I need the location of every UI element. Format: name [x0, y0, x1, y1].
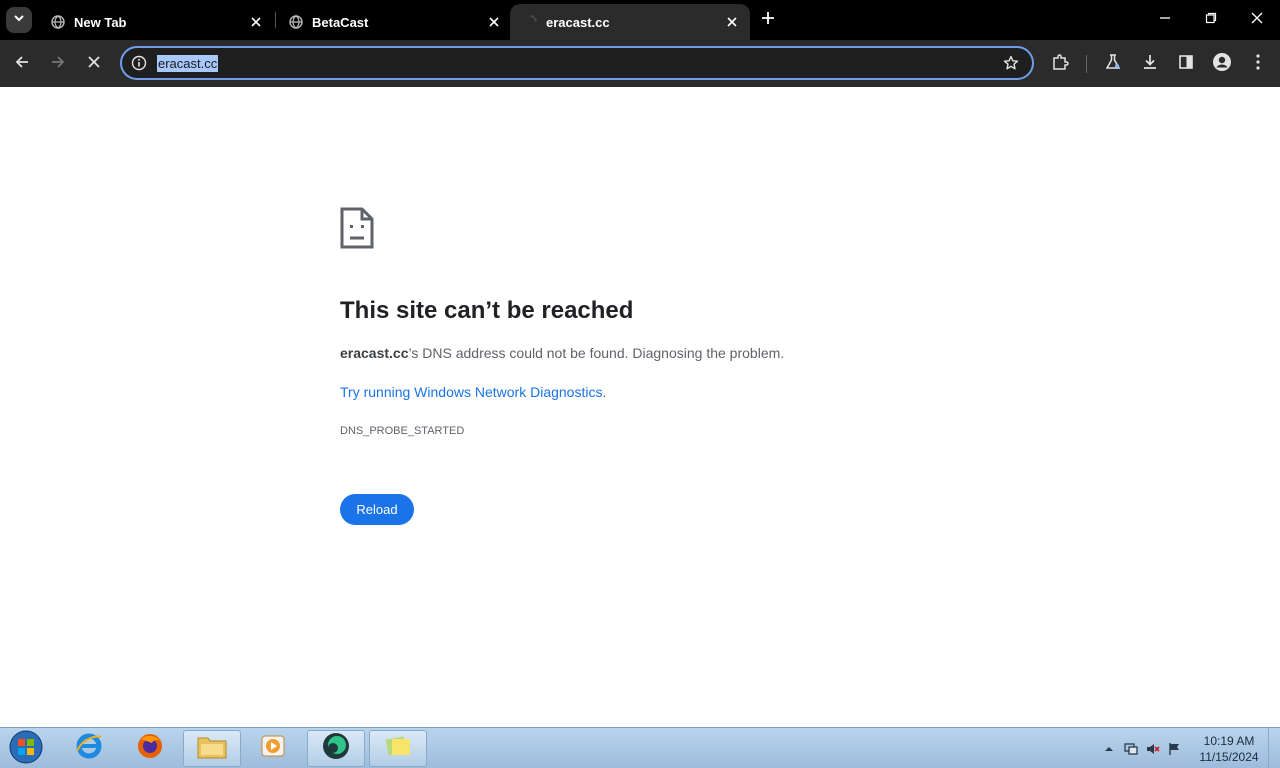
internet-explorer-icon	[74, 731, 104, 766]
tab-eracast[interactable]: eracast.cc	[510, 4, 750, 40]
tab-title: BetaCast	[312, 14, 369, 30]
network-diagnostics-link[interactable]: Try running Windows Network Diagnostics	[340, 384, 602, 400]
close-window-button[interactable]	[1243, 6, 1271, 34]
taskbar-clock[interactable]: 10:19 AM 11/15/2024	[1192, 733, 1266, 765]
taskbar-media-player[interactable]	[244, 730, 302, 767]
taskbar-notes-app[interactable]	[369, 730, 427, 767]
tab-strip: New Tab BetaCast eracast.cc	[0, 0, 1280, 40]
avatar-icon	[1212, 52, 1232, 77]
chevron-down-icon	[13, 11, 25, 29]
reload-button[interactable]: Reload	[340, 494, 414, 525]
downloads-button[interactable]	[1136, 50, 1164, 78]
taskbar-firefox[interactable]	[121, 730, 179, 767]
new-tab-button[interactable]	[756, 8, 780, 32]
error-description: eracast.cc’s DNS address could not be fo…	[340, 345, 784, 361]
tab-betacast[interactable]: BetaCast	[276, 4, 512, 40]
clock-date: 11/15/2024	[1199, 750, 1259, 764]
error-code: DNS_PROBE_STARTED	[340, 425, 465, 437]
volume-muted-icon[interactable]	[1142, 738, 1164, 760]
network-diagnostics-link-row: Try running Windows Network Diagnostics.	[340, 384, 606, 400]
folder-icon	[196, 732, 228, 765]
error-page: This site can’t be reached eracast.cc’s …	[0, 87, 1280, 727]
media-player-icon	[258, 731, 288, 766]
download-icon	[1141, 53, 1159, 76]
tab-title: eracast.cc	[546, 14, 610, 30]
close-icon	[87, 55, 101, 74]
clock-time: 10:19 AM	[1203, 734, 1255, 748]
side-panel-button[interactable]	[1172, 50, 1200, 78]
plus-icon	[761, 11, 775, 30]
restore-icon	[1205, 11, 1217, 29]
close-icon	[1251, 11, 1263, 29]
address-bar[interactable]: eracast.cc	[120, 46, 1034, 80]
labs-button[interactable]	[1099, 50, 1127, 78]
tab-title: New Tab	[74, 14, 127, 30]
close-icon[interactable]	[246, 12, 266, 32]
network-icon[interactable]	[1120, 738, 1142, 760]
show-desktop-button[interactable]	[1268, 728, 1280, 768]
toolbar-divider	[1086, 55, 1087, 73]
system-tray	[1098, 728, 1186, 768]
url-text[interactable]: eracast.cc	[157, 55, 219, 72]
extensions-button[interactable]	[1046, 50, 1074, 78]
taskbar-browser-app[interactable]	[307, 730, 365, 767]
show-hidden-icons-button[interactable]	[1098, 738, 1120, 760]
info-icon[interactable]	[130, 54, 148, 72]
restore-button[interactable]	[1197, 6, 1225, 34]
profile-button[interactable]	[1208, 50, 1236, 78]
side-panel-icon	[1178, 54, 1194, 75]
sad-document-icon	[340, 207, 374, 254]
forward-button[interactable]	[44, 50, 72, 78]
firefox-icon	[135, 731, 165, 766]
menu-button[interactable]	[1244, 50, 1272, 78]
stop-loading-button[interactable]	[80, 50, 108, 78]
arrow-right-icon	[50, 54, 66, 75]
tab-search-button[interactable]	[6, 7, 32, 33]
kebab-menu-icon	[1255, 53, 1261, 76]
browser-app-icon	[320, 730, 352, 767]
minimize-button[interactable]	[1151, 6, 1179, 34]
error-title: This site can’t be reached	[340, 297, 634, 324]
toolbar: eracast.cc	[0, 40, 1280, 87]
close-icon[interactable]	[484, 12, 504, 32]
tab-new-tab[interactable]: New Tab	[38, 4, 274, 40]
taskbar-internet-explorer[interactable]	[60, 730, 118, 767]
error-host: eracast.cc	[340, 345, 409, 361]
sticky-notes-icon	[383, 732, 413, 765]
start-button[interactable]	[6, 730, 46, 768]
back-button[interactable]	[8, 50, 36, 78]
arrow-left-icon	[14, 54, 30, 75]
loading-spinner-icon	[522, 14, 538, 30]
flask-icon	[1104, 53, 1122, 76]
taskbar: 10:19 AM 11/15/2024	[0, 727, 1280, 768]
windows-logo-icon	[9, 730, 43, 768]
taskbar-file-explorer[interactable]	[183, 730, 241, 767]
globe-icon	[288, 14, 304, 30]
star-icon[interactable]	[1002, 54, 1020, 72]
error-message: ’s DNS address could not be found. Diagn…	[408, 345, 785, 361]
action-center-flag-icon[interactable]	[1164, 738, 1186, 760]
link-suffix: .	[602, 384, 607, 400]
globe-icon	[50, 14, 66, 30]
close-icon[interactable]	[722, 12, 742, 32]
puzzle-icon	[1051, 53, 1069, 76]
minimize-icon	[1159, 11, 1171, 29]
